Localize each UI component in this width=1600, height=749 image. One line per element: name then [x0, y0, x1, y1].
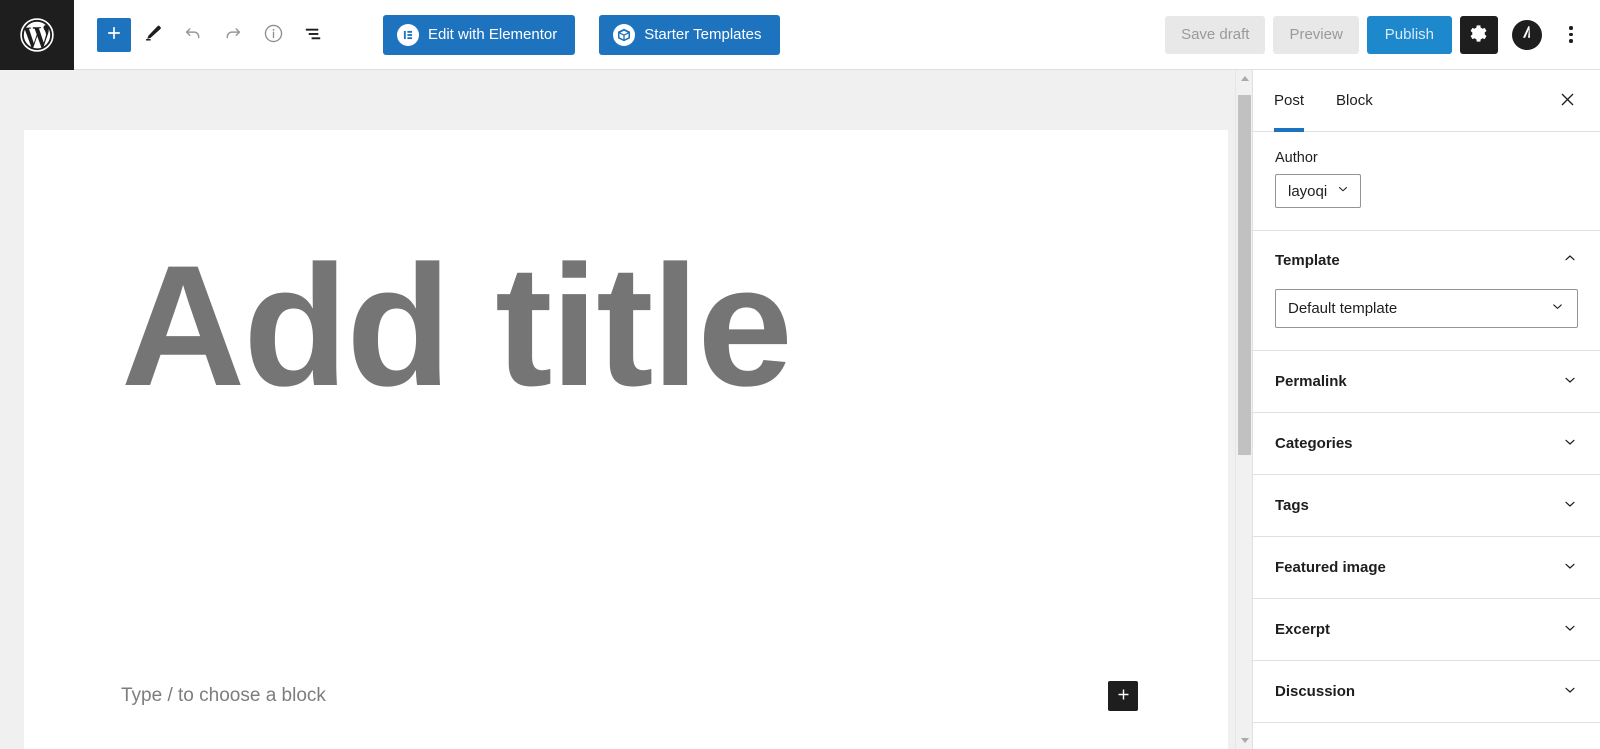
panel-permalink[interactable]: Permalink	[1253, 351, 1600, 413]
chevron-down-icon	[1562, 372, 1578, 391]
editor-tools-group	[97, 17, 331, 53]
elementor-icon	[397, 23, 419, 46]
chevron-down-icon	[1562, 620, 1578, 639]
panel-excerpt[interactable]: Excerpt	[1253, 599, 1600, 661]
starter-templates-label: Starter Templates	[644, 26, 762, 43]
wordpress-logo-icon	[19, 17, 55, 53]
post-canvas: Add title Type / to choose a block	[24, 130, 1228, 749]
astra-logo-icon	[1518, 23, 1536, 46]
panel-title: Permalink	[1275, 373, 1347, 390]
plus-icon	[104, 23, 124, 46]
starter-templates-icon	[613, 23, 636, 46]
chevron-up-icon	[1562, 250, 1578, 271]
chevron-down-icon	[1336, 182, 1350, 200]
kebab-dot	[1569, 26, 1573, 30]
wordpress-logo-button[interactable]	[0, 0, 74, 70]
author-value: layoqi	[1288, 182, 1328, 200]
undo-icon	[182, 22, 204, 47]
info-icon	[262, 22, 285, 48]
pencil-icon	[142, 22, 164, 47]
close-sidebar-button[interactable]	[1546, 80, 1588, 122]
editor-top-bar: Edit with Elementor Starter Templates Sa…	[0, 0, 1600, 70]
list-view-button[interactable]	[295, 17, 331, 53]
add-block-button[interactable]	[97, 17, 131, 52]
preview-button[interactable]: Preview	[1273, 15, 1359, 54]
editor-canvas-area: Add title Type / to choose a block	[0, 70, 1252, 749]
chevron-down-icon	[1562, 434, 1578, 453]
close-icon	[1558, 90, 1577, 112]
settings-toggle-button[interactable]	[1460, 15, 1498, 54]
astra-logo-button[interactable]	[1512, 19, 1542, 50]
scroll-up-arrow-icon[interactable]	[1236, 70, 1252, 87]
editor-body: Add title Type / to choose a block Post …	[0, 70, 1600, 749]
scrollbar-thumb[interactable]	[1238, 95, 1251, 455]
kebab-dot	[1569, 32, 1573, 37]
template-panel-body: Default template	[1253, 289, 1600, 351]
gear-icon	[1469, 23, 1490, 47]
kebab-dot	[1569, 39, 1573, 43]
undo-button[interactable]	[175, 17, 211, 53]
editor-scrollbar[interactable]	[1235, 70, 1252, 749]
redo-icon	[222, 22, 244, 47]
chevron-down-icon	[1562, 558, 1578, 577]
author-section: Author layoqi	[1253, 132, 1600, 231]
panel-featured-image[interactable]: Featured image	[1253, 537, 1600, 599]
tab-block[interactable]: Block	[1320, 70, 1389, 132]
starter-templates-button[interactable]: Starter Templates	[599, 14, 780, 55]
top-bar-actions: Save draft Preview Publish	[1165, 15, 1600, 54]
panel-discussion[interactable]: Discussion	[1253, 661, 1600, 723]
template-panel-header[interactable]: Template	[1253, 231, 1600, 289]
template-select[interactable]: Default template	[1275, 289, 1578, 328]
list-view-icon	[302, 22, 325, 48]
panel-title: Excerpt	[1275, 621, 1331, 638]
template-value: Default template	[1288, 300, 1398, 317]
chevron-down-icon	[1562, 682, 1578, 701]
plus-icon	[1115, 686, 1132, 706]
author-select[interactable]: layoqi	[1275, 174, 1362, 208]
author-label: Author	[1275, 150, 1318, 166]
tools-button[interactable]	[135, 17, 171, 53]
settings-sidebar: Post Block Author layoqi Template Defaul…	[1252, 70, 1600, 749]
panel-title: Tags	[1275, 497, 1309, 514]
block-editor-app: Edit with Elementor Starter Templates Sa…	[0, 0, 1600, 749]
template-title: Template	[1275, 251, 1340, 269]
sidebar-tab-bar: Post Block	[1253, 70, 1600, 132]
redo-button[interactable]	[215, 17, 251, 53]
post-title-input[interactable]: Add title	[24, 130, 1228, 412]
template-section: Template Default template	[1253, 231, 1600, 351]
block-appender-button[interactable]	[1108, 681, 1138, 711]
panel-title: Categories	[1275, 435, 1353, 452]
more-options-button[interactable]	[1556, 16, 1586, 54]
edit-with-elementor-button[interactable]: Edit with Elementor	[383, 14, 576, 55]
default-block-row: Type / to choose a block	[121, 681, 1138, 711]
scroll-down-arrow-icon[interactable]	[1236, 732, 1252, 749]
panel-title: Featured image	[1275, 559, 1386, 576]
panel-categories[interactable]: Categories	[1253, 413, 1600, 475]
chevron-down-icon	[1562, 496, 1578, 515]
publish-button[interactable]: Publish	[1366, 15, 1452, 54]
panel-title: Discussion	[1275, 683, 1356, 700]
tab-post[interactable]: Post	[1258, 70, 1320, 132]
details-button[interactable]	[255, 17, 291, 53]
chevron-down-icon	[1550, 299, 1565, 318]
panel-tags[interactable]: Tags	[1253, 475, 1600, 537]
save-draft-button[interactable]: Save draft	[1165, 15, 1266, 54]
block-placeholder-input[interactable]: Type / to choose a block	[121, 685, 326, 707]
edit-with-elementor-label: Edit with Elementor	[428, 26, 558, 43]
